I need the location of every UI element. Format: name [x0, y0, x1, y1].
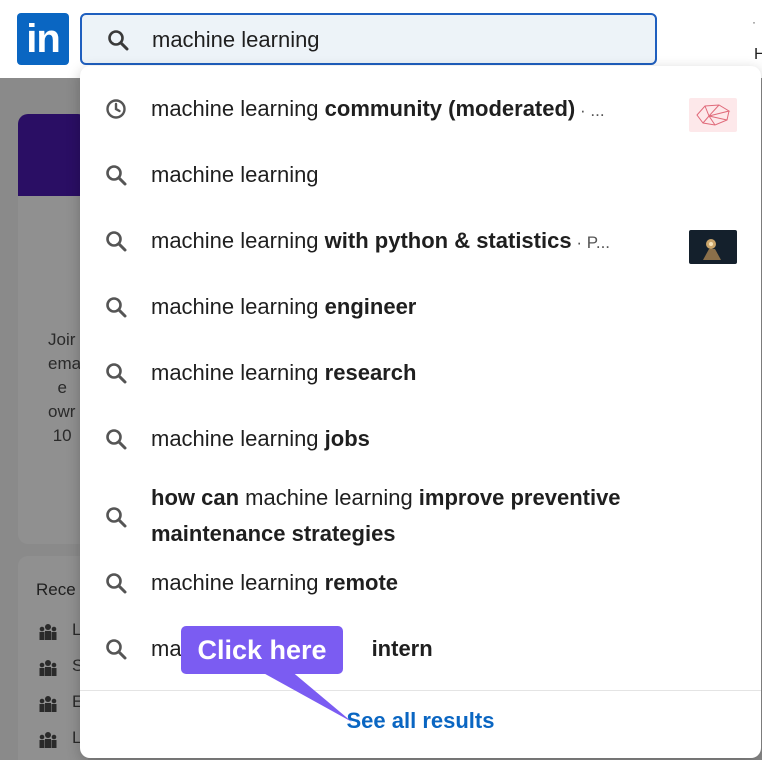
suggestion-text: machine learning engineer	[151, 294, 417, 319]
brain-thumbnail	[689, 98, 737, 132]
group-icon	[39, 696, 57, 712]
search-icon	[106, 573, 127, 594]
suggestion-text: machine learning remote	[151, 570, 399, 595]
group-icon	[39, 624, 57, 640]
profile-card: Joir ema e owr 10	[18, 114, 88, 544]
search-icon	[106, 297, 127, 318]
suggestion-item[interactable]: machine learning	[80, 142, 761, 208]
search-icon	[106, 231, 127, 252]
suggestion-item[interactable]: machine learning community (moderated) ·…	[80, 76, 761, 142]
suggestion-text: machine learning research	[151, 360, 417, 385]
suggestion-text: machine learning	[151, 162, 319, 187]
group-icon	[39, 732, 57, 748]
search-icon	[106, 363, 127, 384]
suggestion-text: machine learning jobs	[151, 426, 370, 451]
suggestion-text: how can machine learning improve prevent…	[151, 485, 621, 546]
nav-item-fragment[interactable]: ·	[752, 15, 756, 29]
suggestion-item[interactable]: machine learning engineer	[80, 274, 761, 340]
group-icon	[39, 660, 57, 676]
suggestion-item[interactable]: machine learning research	[80, 340, 761, 406]
search-icon	[108, 30, 129, 51]
click-here-callout: Click here	[181, 626, 343, 674]
dropdown-divider	[80, 690, 761, 691]
suggestion-item[interactable]: how can machine learning improve prevent…	[80, 472, 761, 562]
suggestion-item[interactable]: machine learning remote	[80, 550, 761, 616]
search-icon	[106, 165, 127, 186]
clock-icon	[106, 99, 126, 119]
recent-card: Rece L S E L	[18, 556, 88, 760]
suggestion-item[interactable]: machine learning jobs	[80, 406, 761, 472]
search-box[interactable]	[80, 13, 657, 65]
recent-label: Rece	[36, 580, 76, 599]
suggestion-text: machine learning with python & statistic…	[151, 228, 611, 253]
suggestion-item[interactable]: machine learning with python & statistic…	[80, 208, 761, 274]
search-input[interactable]	[152, 23, 632, 57]
robot-hand-thumbnail	[689, 230, 737, 264]
search-icon	[106, 507, 127, 528]
nav-item-fragment-label[interactable]: H	[754, 46, 762, 64]
see-all-results-link[interactable]: See all results	[80, 708, 761, 734]
linkedin-logo[interactable]: in	[17, 13, 69, 65]
search-icon	[106, 639, 127, 660]
profile-card-text: Joir ema e owr 10	[48, 330, 82, 445]
search-icon	[106, 429, 127, 450]
profile-banner	[18, 114, 88, 196]
suggestion-text: machine learning community (moderated) ·…	[151, 96, 605, 121]
